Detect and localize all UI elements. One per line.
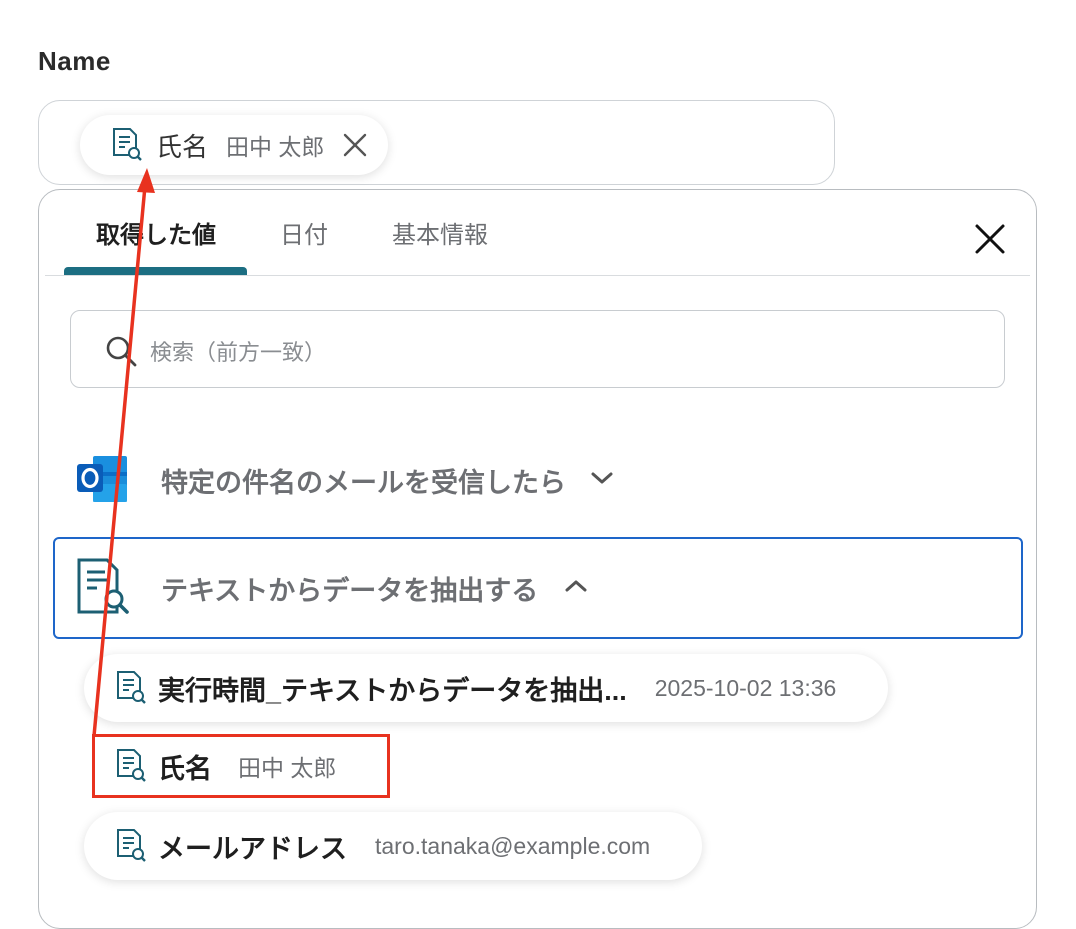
- tab-date[interactable]: 日付: [280, 205, 328, 277]
- value-item[interactable]: メールアドレス taro.tanaka@example.com: [84, 812, 703, 880]
- document-search-icon: [75, 556, 131, 621]
- search-icon: [104, 334, 138, 373]
- annotation-highlight-box: [92, 734, 390, 798]
- item-key: 実行時間_テキストからデータを抽出...: [158, 675, 627, 706]
- chevron-up-icon[interactable]: [564, 578, 588, 599]
- document-search-icon: [114, 828, 148, 864]
- tab-basic-info[interactable]: 基本情報: [392, 205, 488, 277]
- value-item[interactable]: 実行時間_テキストからデータを抽出... 2025-10-02 13:36: [84, 654, 889, 722]
- tab-divider: [45, 275, 1030, 276]
- section-outlook-trigger[interactable]: 特定の件名のメールを受信したら: [75, 452, 614, 508]
- section-extract-text[interactable]: テキストからデータを抽出する: [53, 537, 1023, 639]
- search-input[interactable]: [148, 334, 972, 372]
- document-search-icon: [114, 670, 148, 706]
- outlook-icon: [75, 452, 129, 509]
- item-key: メールアドレス: [158, 833, 347, 864]
- active-tab-indicator: [64, 267, 247, 275]
- item-value: taro.tanaka@example.com: [375, 832, 651, 859]
- field-label: Name: [38, 46, 111, 76]
- section-title: 特定の件名のメールを受信したら: [161, 467, 566, 498]
- item-value: 2025-10-02 13:36: [654, 674, 837, 701]
- remove-chip-icon[interactable]: [342, 132, 368, 158]
- document-search-icon: [110, 127, 144, 163]
- chevron-down-icon[interactable]: [590, 470, 614, 491]
- section-title: テキストからデータを抽出する: [161, 575, 539, 606]
- chip-key: 氏名: [156, 131, 209, 162]
- close-icon[interactable]: [972, 221, 1008, 257]
- chip-value: 田中 太郎: [226, 134, 325, 160]
- selected-value-chip[interactable]: 氏名 田中 太郎: [80, 115, 389, 175]
